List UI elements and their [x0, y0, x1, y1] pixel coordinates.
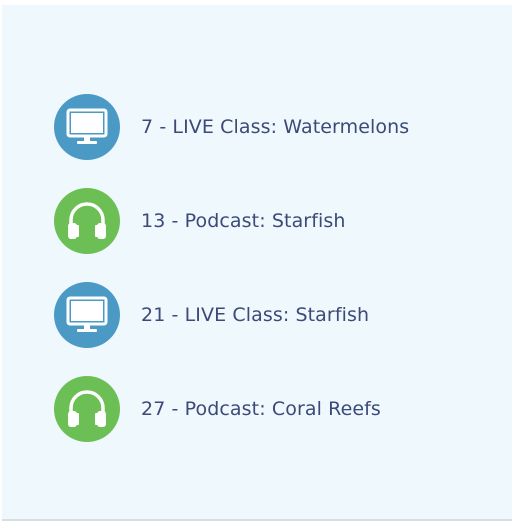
schedule-item-live-class[interactable]: 21 - LIVE Class: Starfish [54, 281, 494, 348]
schedule-item-label: 7 - LIVE Class: Watermelons [141, 115, 410, 138]
schedule-item-label: 21 - LIVE Class: Starfish [141, 303, 370, 326]
schedule-item-label: 13 - Podcast: Starfish [141, 209, 346, 232]
schedule-list: 7 - LIVE Class: Watermelons 13 - Podcast… [54, 93, 494, 470]
headphones-icon [54, 375, 120, 442]
schedule-card: 7 - LIVE Class: Watermelons 13 - Podcast… [2, 5, 512, 521]
headphones-icon [54, 187, 120, 254]
monitor-icon [54, 93, 120, 160]
schedule-item-live-class[interactable]: 7 - LIVE Class: Watermelons [54, 93, 494, 160]
schedule-item-podcast[interactable]: 13 - Podcast: Starfish [54, 187, 494, 254]
schedule-item-podcast[interactable]: 27 - Podcast: Coral Reefs [54, 375, 494, 442]
monitor-icon [54, 281, 120, 348]
schedule-item-label: 27 - Podcast: Coral Reefs [141, 397, 381, 420]
